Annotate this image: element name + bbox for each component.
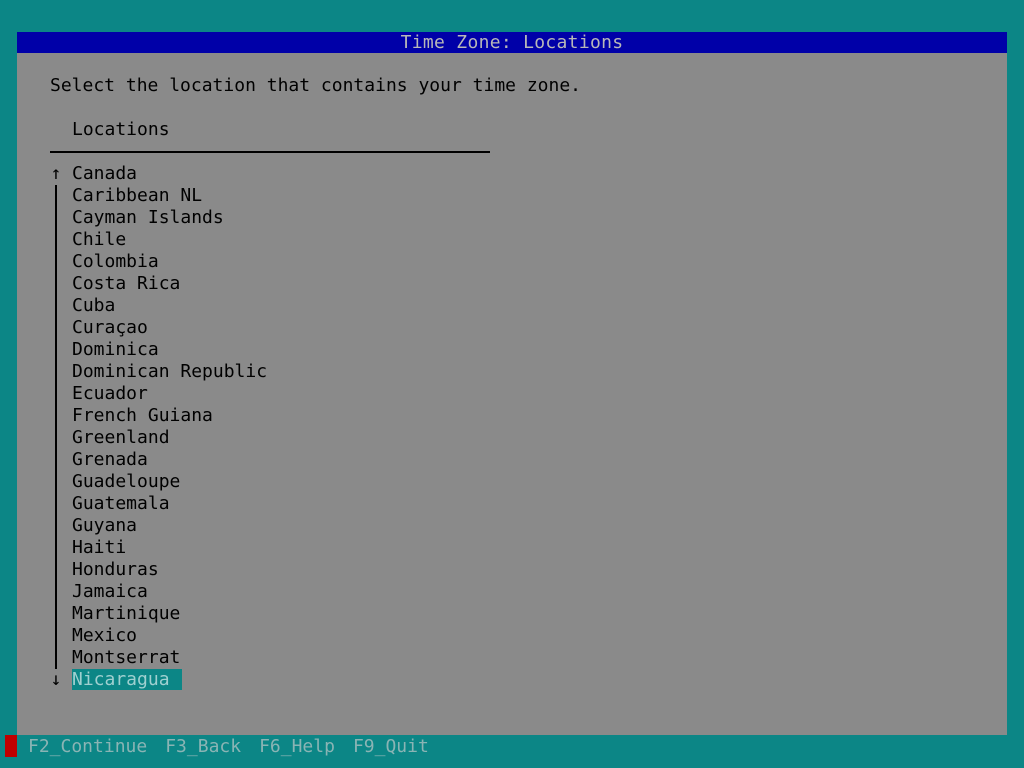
dialog-prompt: Select the location that contains your t… <box>50 75 582 96</box>
list-item-label: Jamaica <box>72 581 148 602</box>
list-item[interactable]: Ecuador <box>72 383 492 405</box>
list-item[interactable]: Dominican Republic <box>72 361 492 383</box>
list-item[interactable]: Mexico <box>72 625 492 647</box>
list-item[interactable]: Guatemala <box>72 493 492 515</box>
dialog-title: Time Zone: Locations <box>17 32 1007 53</box>
list-item-label: Cayman Islands <box>72 207 224 228</box>
list-item-label: Grenada <box>72 449 148 470</box>
function-key-hints: F2_Continue F3_Back F6_Help F9_Quit <box>28 736 447 758</box>
list-item[interactable]: Jamaica <box>72 581 492 603</box>
scroll-up-arrow-icon[interactable]: ↑ <box>48 163 64 185</box>
timezone-dialog: Time Zone: Locations Select the location… <box>17 32 1007 735</box>
list-item[interactable]: Cuba <box>72 295 492 317</box>
list-item[interactable]: Dominica <box>72 339 492 361</box>
function-key-f2-continue[interactable]: F2_Continue <box>28 736 147 757</box>
list-item[interactable]: Curaçao <box>72 317 492 339</box>
list-item-label: French Guiana <box>72 405 213 426</box>
list-item[interactable]: Martinique <box>72 603 492 625</box>
list-item[interactable]: Montserrat <box>72 647 492 669</box>
list-item[interactable]: Canada <box>72 163 492 185</box>
list-item[interactable]: Guadeloupe <box>72 471 492 493</box>
status-marker <box>5 735 17 757</box>
list-item-label: Curaçao <box>72 317 148 338</box>
list-item[interactable]: French Guiana <box>72 405 492 427</box>
list-item-label: Honduras <box>72 559 159 580</box>
list-item-label: Colombia <box>72 251 159 272</box>
list-item[interactable]: Greenland <box>72 427 492 449</box>
scroll-down-arrow-icon[interactable]: ↓ <box>48 669 64 691</box>
list-item[interactable]: Honduras <box>72 559 492 581</box>
list-item-label: Dominican Republic <box>72 361 268 382</box>
list-item[interactable]: Colombia <box>72 251 492 273</box>
function-key-f6-help[interactable]: F6_Help <box>259 736 335 757</box>
list-item-label: Martinique <box>72 603 181 624</box>
list-item-label: Greenland <box>72 427 170 448</box>
list-item-label: Caribbean NL <box>72 185 203 206</box>
list-item-label: Haiti <box>72 537 127 558</box>
list-item-label: Guatemala <box>72 493 170 514</box>
list-item[interactable]: Chile <box>72 229 492 251</box>
list-item-label: Mexico <box>72 625 138 646</box>
list-item-label: Dominica <box>72 339 159 360</box>
list-item-label: Ecuador <box>72 383 148 404</box>
list-item[interactable]: Costa Rica <box>72 273 492 295</box>
list-item[interactable]: Nicaragua <box>72 669 492 691</box>
list-item-label: Costa Rica <box>72 273 181 294</box>
list-item-label: Chile <box>72 229 127 250</box>
list-item[interactable]: Caribbean NL <box>72 185 492 207</box>
location-list[interactable]: Canada Caribbean NL Cayman Islands Chile Col… <box>72 163 492 691</box>
list-item[interactable]: Cayman Islands <box>72 207 492 229</box>
list-column-header: Locations <box>72 119 170 140</box>
list-item-label: Canada <box>72 163 138 184</box>
scrollbar-track[interactable] <box>55 185 57 669</box>
list-item-label: Montserrat <box>72 647 181 668</box>
function-key-f3-back[interactable]: F3_Back <box>165 736 241 757</box>
list-item[interactable]: Grenada <box>72 449 492 471</box>
list-item[interactable]: Haiti <box>72 537 492 559</box>
list-item-label: Guyana <box>72 515 138 536</box>
installer-screen: Time Zone: Locations Select the location… <box>0 0 1024 768</box>
list-item-label: Nicaragua <box>72 669 182 690</box>
header-divider <box>50 151 490 153</box>
list-item-label: Guadeloupe <box>72 471 181 492</box>
function-key-f9-quit[interactable]: F9_Quit <box>353 736 429 757</box>
list-item[interactable]: Guyana <box>72 515 492 537</box>
list-item-label: Cuba <box>72 295 116 316</box>
